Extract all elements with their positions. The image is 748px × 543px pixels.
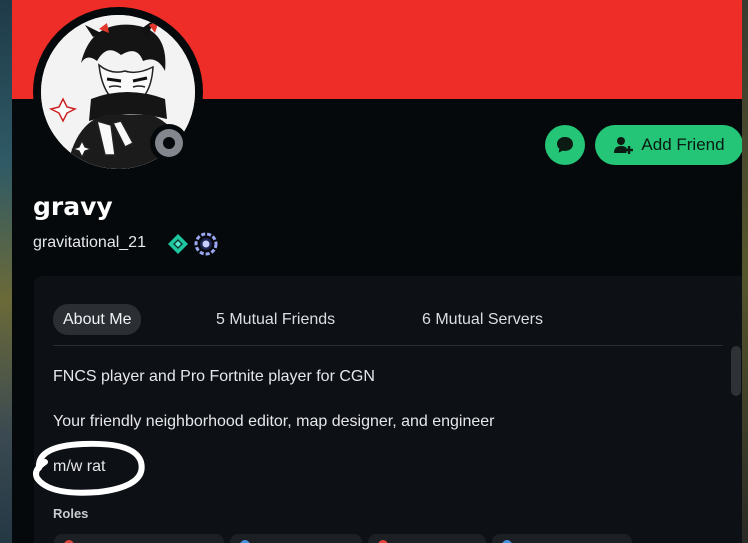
laurel-badge-icon[interactable]: [193, 231, 219, 257]
offline-status-icon: [155, 129, 183, 157]
scrollbar-thumb[interactable]: [731, 346, 741, 396]
add-friend-label: Add Friend: [641, 135, 725, 154]
roles-heading: Roles: [53, 506, 89, 521]
tab-about-me[interactable]: About Me: [53, 304, 142, 335]
username[interactable]: gravitational_21: [33, 234, 146, 252]
background-window-edge-right: [742, 0, 748, 543]
hand-drawn-circle-annotation: [33, 440, 145, 496]
user-profile-panel: Add Friend gravy gravitational_21 About …: [12, 0, 742, 543]
chat-bubble-icon: [557, 137, 573, 153]
display-name: gravy: [33, 192, 113, 221]
background-window-edge: [0, 0, 12, 543]
tab-divider: [53, 345, 723, 346]
role-pill[interactable]: [230, 534, 362, 543]
status-indicator: [150, 124, 188, 162]
message-button[interactable]: [545, 125, 585, 165]
about-me-line: FNCS player and Pro Fortnite player for …: [53, 368, 375, 385]
gem-badge-icon[interactable]: [167, 233, 189, 255]
role-pill[interactable]: [492, 534, 632, 543]
tab-mutual-servers[interactable]: 6 Mutual Servers: [422, 304, 543, 335]
add-friend-button[interactable]: Add Friend: [595, 125, 742, 165]
tab-mutual-friends[interactable]: 5 Mutual Friends: [216, 304, 335, 335]
role-pill[interactable]: [54, 534, 224, 543]
about-me-line: Your friendly neighborhood editor, map d…: [53, 413, 495, 430]
role-pill[interactable]: [368, 534, 486, 543]
person-plus-icon: [614, 137, 634, 154]
